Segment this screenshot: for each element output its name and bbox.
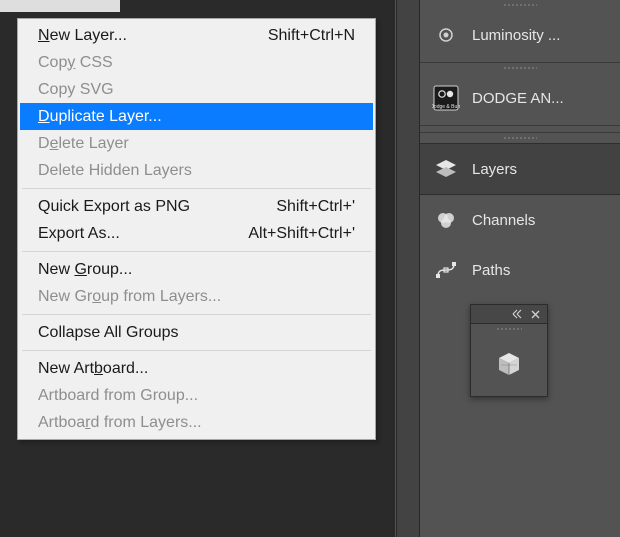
menu-item-label: New Group from Layers... <box>38 288 221 306</box>
panel-label: Luminosity ... <box>472 27 560 44</box>
menu-item: Delete Hidden Layers <box>20 157 373 184</box>
menu-item: Artboard from Group... <box>20 382 373 409</box>
menu-item-label: Delete Layer <box>38 135 129 153</box>
tab-channels[interactable]: Channels <box>420 195 620 245</box>
menu-item-label: Quick Export as PNG <box>38 198 190 216</box>
menu-item-label: New Layer... <box>38 27 127 45</box>
tab-layers[interactable]: Layers <box>420 143 620 195</box>
menu-item-shortcut: Shift+Ctrl+' <box>256 198 355 216</box>
channels-icon <box>432 206 460 234</box>
panel-grip[interactable] <box>420 133 620 143</box>
menu-item-label: Delete Hidden Layers <box>38 162 192 180</box>
tab-label: Channels <box>472 212 535 229</box>
menu-item[interactable]: Export As... Alt+Shift+Ctrl+' <box>20 220 373 247</box>
menu-item[interactable]: New Group... <box>20 256 373 283</box>
mini-panel-grip[interactable] <box>471 324 547 332</box>
expand-icon[interactable] <box>511 308 523 320</box>
menu-item-label: New Artboard... <box>38 360 148 378</box>
menu-item-label: Duplicate Layer... <box>38 108 162 126</box>
layers-icon <box>432 155 460 183</box>
mini-panel-header[interactable] <box>471 305 547 324</box>
panel-group-actions: Luminosity ... <box>420 0 620 63</box>
menu-item[interactable]: New Layer... Shift+Ctrl+N <box>20 22 373 49</box>
menu-item[interactable]: New Artboard... <box>20 355 373 382</box>
canvas-content <box>0 0 120 12</box>
panel-label: DODGE AN... <box>472 90 564 107</box>
menu-item: Copy SVG <box>20 76 373 103</box>
menu-item-shortcut: Shift+Ctrl+N <box>248 27 355 45</box>
panel-collapsed-dodgeburn[interactable]: Dodge & Burn DODGE AN... <box>420 73 620 123</box>
panel-grip[interactable] <box>420 0 620 10</box>
menu-item: Artboard from Layers... <box>20 409 373 436</box>
menu-item[interactable]: Quick Export as PNG Shift+Ctrl+' <box>20 193 373 220</box>
floating-mini-panel[interactable] <box>470 304 548 397</box>
menu-item: New Group from Layers... <box>20 283 373 310</box>
close-icon[interactable] <box>529 308 541 320</box>
menu-item[interactable]: Duplicate Layer... <box>20 103 373 130</box>
menu-separator <box>22 251 371 252</box>
tab-label: Layers <box>472 161 517 178</box>
panel-collapsed-luminosity[interactable]: Luminosity ... <box>420 10 620 60</box>
layer-context-menu: New Layer... Shift+Ctrl+N Copy CSS Copy SVG… <box>17 18 376 440</box>
panel-group-dodgeburn: Dodge & Burn DODGE AN... <box>420 63 620 126</box>
menu-item-label: Export As... <box>38 225 120 243</box>
menu-item: Delete Layer <box>20 130 373 157</box>
menu-separator <box>22 350 371 351</box>
menu-separator <box>22 314 371 315</box>
menu-item-label: Artboard from Group... <box>38 387 198 405</box>
menu-item-shortcut: Alt+Shift+Ctrl+' <box>228 225 355 243</box>
tab-paths[interactable]: Paths <box>420 245 620 295</box>
svg-text:Dodge & Burn: Dodge & Burn <box>432 104 460 110</box>
menu-item-label: Collapse All Groups <box>38 324 179 342</box>
menu-item-label: New Group... <box>38 261 132 279</box>
luminosity-icon <box>432 21 460 49</box>
menu-item[interactable]: Collapse All Groups <box>20 319 373 346</box>
menu-separator <box>22 188 371 189</box>
right-panels-dock: Luminosity ... Dodge & Burn DODGE AN... <box>419 0 620 537</box>
menu-item: Copy CSS <box>20 49 373 76</box>
menu-item-label: Copy SVG <box>38 81 114 99</box>
paths-icon <box>432 256 460 284</box>
panel-grip[interactable] <box>420 63 620 73</box>
libraries-3d-icon <box>495 350 523 378</box>
menu-item-label: Copy CSS <box>38 54 113 72</box>
tab-label: Paths <box>472 262 510 279</box>
mini-panel-body[interactable] <box>471 332 547 396</box>
menu-item-label: Artboard from Layers... <box>38 414 202 432</box>
panel-group-layers: Layers Channels Paths <box>420 132 620 295</box>
action-set-icon: Dodge & Burn <box>432 84 460 112</box>
